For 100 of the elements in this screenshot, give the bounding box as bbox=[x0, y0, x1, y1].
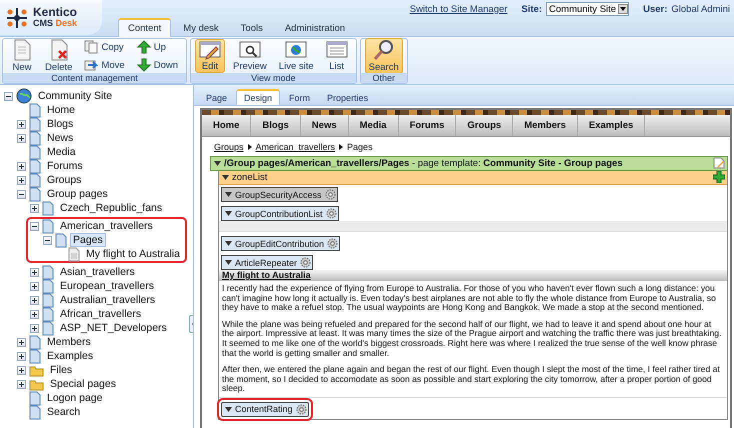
tree-item[interactable]: Examples bbox=[44, 349, 96, 363]
minus-icon bbox=[45, 238, 50, 242]
expand-toggle[interactable] bbox=[17, 176, 26, 184]
expand-toggle[interactable] bbox=[30, 204, 39, 212]
editor-tab[interactable]: Form bbox=[281, 90, 318, 105]
tree-item[interactable]: Home bbox=[44, 103, 78, 117]
minus-icon bbox=[19, 192, 24, 196]
tree-item[interactable]: Blogs bbox=[44, 117, 76, 131]
tree-item[interactable]: Asian_travellers bbox=[57, 265, 138, 279]
expand-toggle[interactable] bbox=[17, 380, 26, 388]
tree-item[interactable]: Members bbox=[44, 335, 94, 349]
tree-item[interactable]: My flight to Australia bbox=[83, 247, 183, 261]
site-menu-item[interactable]: Blogs bbox=[251, 115, 301, 136]
tree-item[interactable]: Forums bbox=[44, 159, 86, 173]
expand-toggle[interactable] bbox=[30, 324, 39, 332]
collapse-arrow-icon bbox=[214, 161, 221, 166]
list-icon bbox=[326, 40, 348, 60]
tree-item[interactable]: Special pages bbox=[47, 377, 119, 391]
folder-icon bbox=[29, 364, 44, 376]
plus-icon bbox=[19, 136, 24, 140]
breadcrumb-link[interactable]: Groups bbox=[214, 142, 244, 152]
editor-tab[interactable]: Page bbox=[198, 90, 236, 105]
ribbon-button[interactable]: Up bbox=[132, 39, 182, 55]
group-title: Other bbox=[360, 73, 407, 83]
webpart-name: GroupEditContribution bbox=[235, 238, 324, 248]
main-tab[interactable]: Tools bbox=[230, 18, 273, 37]
tree-item[interactable]: Search bbox=[44, 405, 84, 419]
plus-icon bbox=[32, 284, 37, 288]
page-icon bbox=[29, 116, 41, 132]
collapse-arrow-icon bbox=[225, 192, 232, 197]
expand-toggle[interactable] bbox=[17, 134, 26, 142]
expand-toggle[interactable] bbox=[17, 120, 26, 128]
ribbon-button[interactable]: Down bbox=[132, 57, 182, 73]
ribbon-button[interactable]: Delete bbox=[41, 38, 76, 74]
page-icon bbox=[42, 320, 54, 336]
webpart-header[interactable]: ArticleRepeater bbox=[221, 255, 314, 270]
preview-icon bbox=[238, 40, 261, 60]
tree-item[interactable]: News bbox=[44, 131, 76, 145]
site-menu-item[interactable]: Examples bbox=[578, 115, 646, 136]
webpart-header[interactable]: GroupSecurityAccess bbox=[221, 187, 338, 202]
tree-item[interactable]: Files bbox=[47, 363, 76, 377]
move-icon bbox=[84, 58, 98, 72]
group-title: Content management bbox=[3, 73, 186, 83]
expand-toggle[interactable] bbox=[30, 282, 39, 290]
tree-item[interactable]: African_travellers bbox=[57, 307, 144, 321]
plus-icon bbox=[32, 326, 37, 330]
ribbon-button[interactable]: Move bbox=[80, 57, 129, 73]
tree-item[interactable]: Australian_travellers bbox=[57, 293, 158, 307]
editor-tab[interactable]: Design bbox=[236, 89, 280, 105]
expand-toggle[interactable] bbox=[17, 366, 26, 374]
webpart-header[interactable]: GroupContributionList bbox=[221, 206, 339, 221]
site-menu-item[interactable]: Home bbox=[202, 115, 252, 136]
collapse-toggle[interactable] bbox=[4, 92, 13, 100]
tree-item[interactable]: Groups bbox=[44, 173, 84, 187]
site-menu-item[interactable]: News bbox=[300, 115, 349, 136]
site-menu-item[interactable]: Members bbox=[513, 115, 578, 136]
ribbon-button[interactable]: Edit bbox=[195, 39, 225, 73]
ribbon-button[interactable]: Preview bbox=[229, 39, 271, 73]
collapse-toggle[interactable] bbox=[43, 236, 52, 244]
ribbon-button[interactable]: Search bbox=[364, 38, 403, 74]
page-icon bbox=[12, 39, 32, 61]
collapse-toggle[interactable] bbox=[17, 190, 26, 198]
tree-item[interactable]: ASP_NET_Developers bbox=[57, 321, 170, 335]
tree-item[interactable]: Media bbox=[44, 145, 79, 159]
site-dropdown[interactable]: Community Site bbox=[546, 2, 630, 16]
expand-toggle[interactable] bbox=[30, 310, 39, 318]
editor-tab[interactable]: Properties bbox=[319, 90, 376, 105]
breadcrumb-link[interactable]: American_travellers bbox=[256, 142, 336, 152]
tree-item[interactable]: Group pages bbox=[44, 187, 111, 201]
article-paragraph: I recently had the experience of flying from Europe to Australia. For those of you who haven't ever flown such a long distance: you can't imagine how long it actually is. Even today's best airplanes are not able to fly the whole distance from Europe to Australia, so they have to make a refuel stop. The usual waypoints are Hong Kong and Bangkok. We made a stop at the second mentioned. bbox=[222, 284, 717, 313]
article-title[interactable]: My flight to Australia bbox=[219, 270, 727, 281]
main-tab[interactable]: Content bbox=[118, 18, 172, 37]
expand-toggle[interactable] bbox=[30, 268, 39, 276]
site-menu-item[interactable]: Groups bbox=[456, 115, 514, 136]
webpart-name: GroupContributionList bbox=[235, 208, 323, 218]
collapse-toggle[interactable] bbox=[30, 222, 39, 230]
ribbon-button[interactable]: List bbox=[322, 39, 352, 73]
ribbon-button[interactable]: New bbox=[7, 38, 37, 74]
tree-item[interactable]: American_travellers bbox=[57, 219, 156, 233]
tree-item[interactable]: Logon page bbox=[44, 391, 106, 405]
tree-item[interactable]: Pages bbox=[70, 233, 106, 247]
site-menu-item[interactable]: Media bbox=[348, 115, 399, 136]
expand-toggle[interactable] bbox=[17, 338, 26, 346]
plus-icon bbox=[19, 354, 24, 358]
tree-item[interactable]: Community Site bbox=[35, 89, 116, 103]
webpart-header[interactable]: GroupEditContribution bbox=[221, 236, 340, 251]
site-menu-item[interactable]: Forums bbox=[398, 115, 456, 136]
ribbon-button[interactable]: Live site bbox=[274, 39, 318, 73]
page-icon bbox=[29, 186, 41, 202]
expand-toggle[interactable] bbox=[17, 162, 26, 170]
main-tab[interactable]: Administration bbox=[274, 18, 356, 37]
plus-icon bbox=[19, 340, 24, 344]
switch-to-site-manager-link[interactable]: Switch to Site Manager bbox=[410, 4, 508, 14]
ribbon-button[interactable]: Copy bbox=[80, 39, 129, 55]
expand-toggle[interactable] bbox=[30, 296, 39, 304]
search-icon bbox=[372, 39, 395, 61]
tree-item[interactable]: European_travellers bbox=[57, 279, 157, 293]
expand-toggle[interactable] bbox=[17, 352, 26, 360]
tree-item[interactable]: Czech_Republic_fans bbox=[57, 201, 166, 215]
main-tab[interactable]: My desk bbox=[173, 18, 229, 37]
